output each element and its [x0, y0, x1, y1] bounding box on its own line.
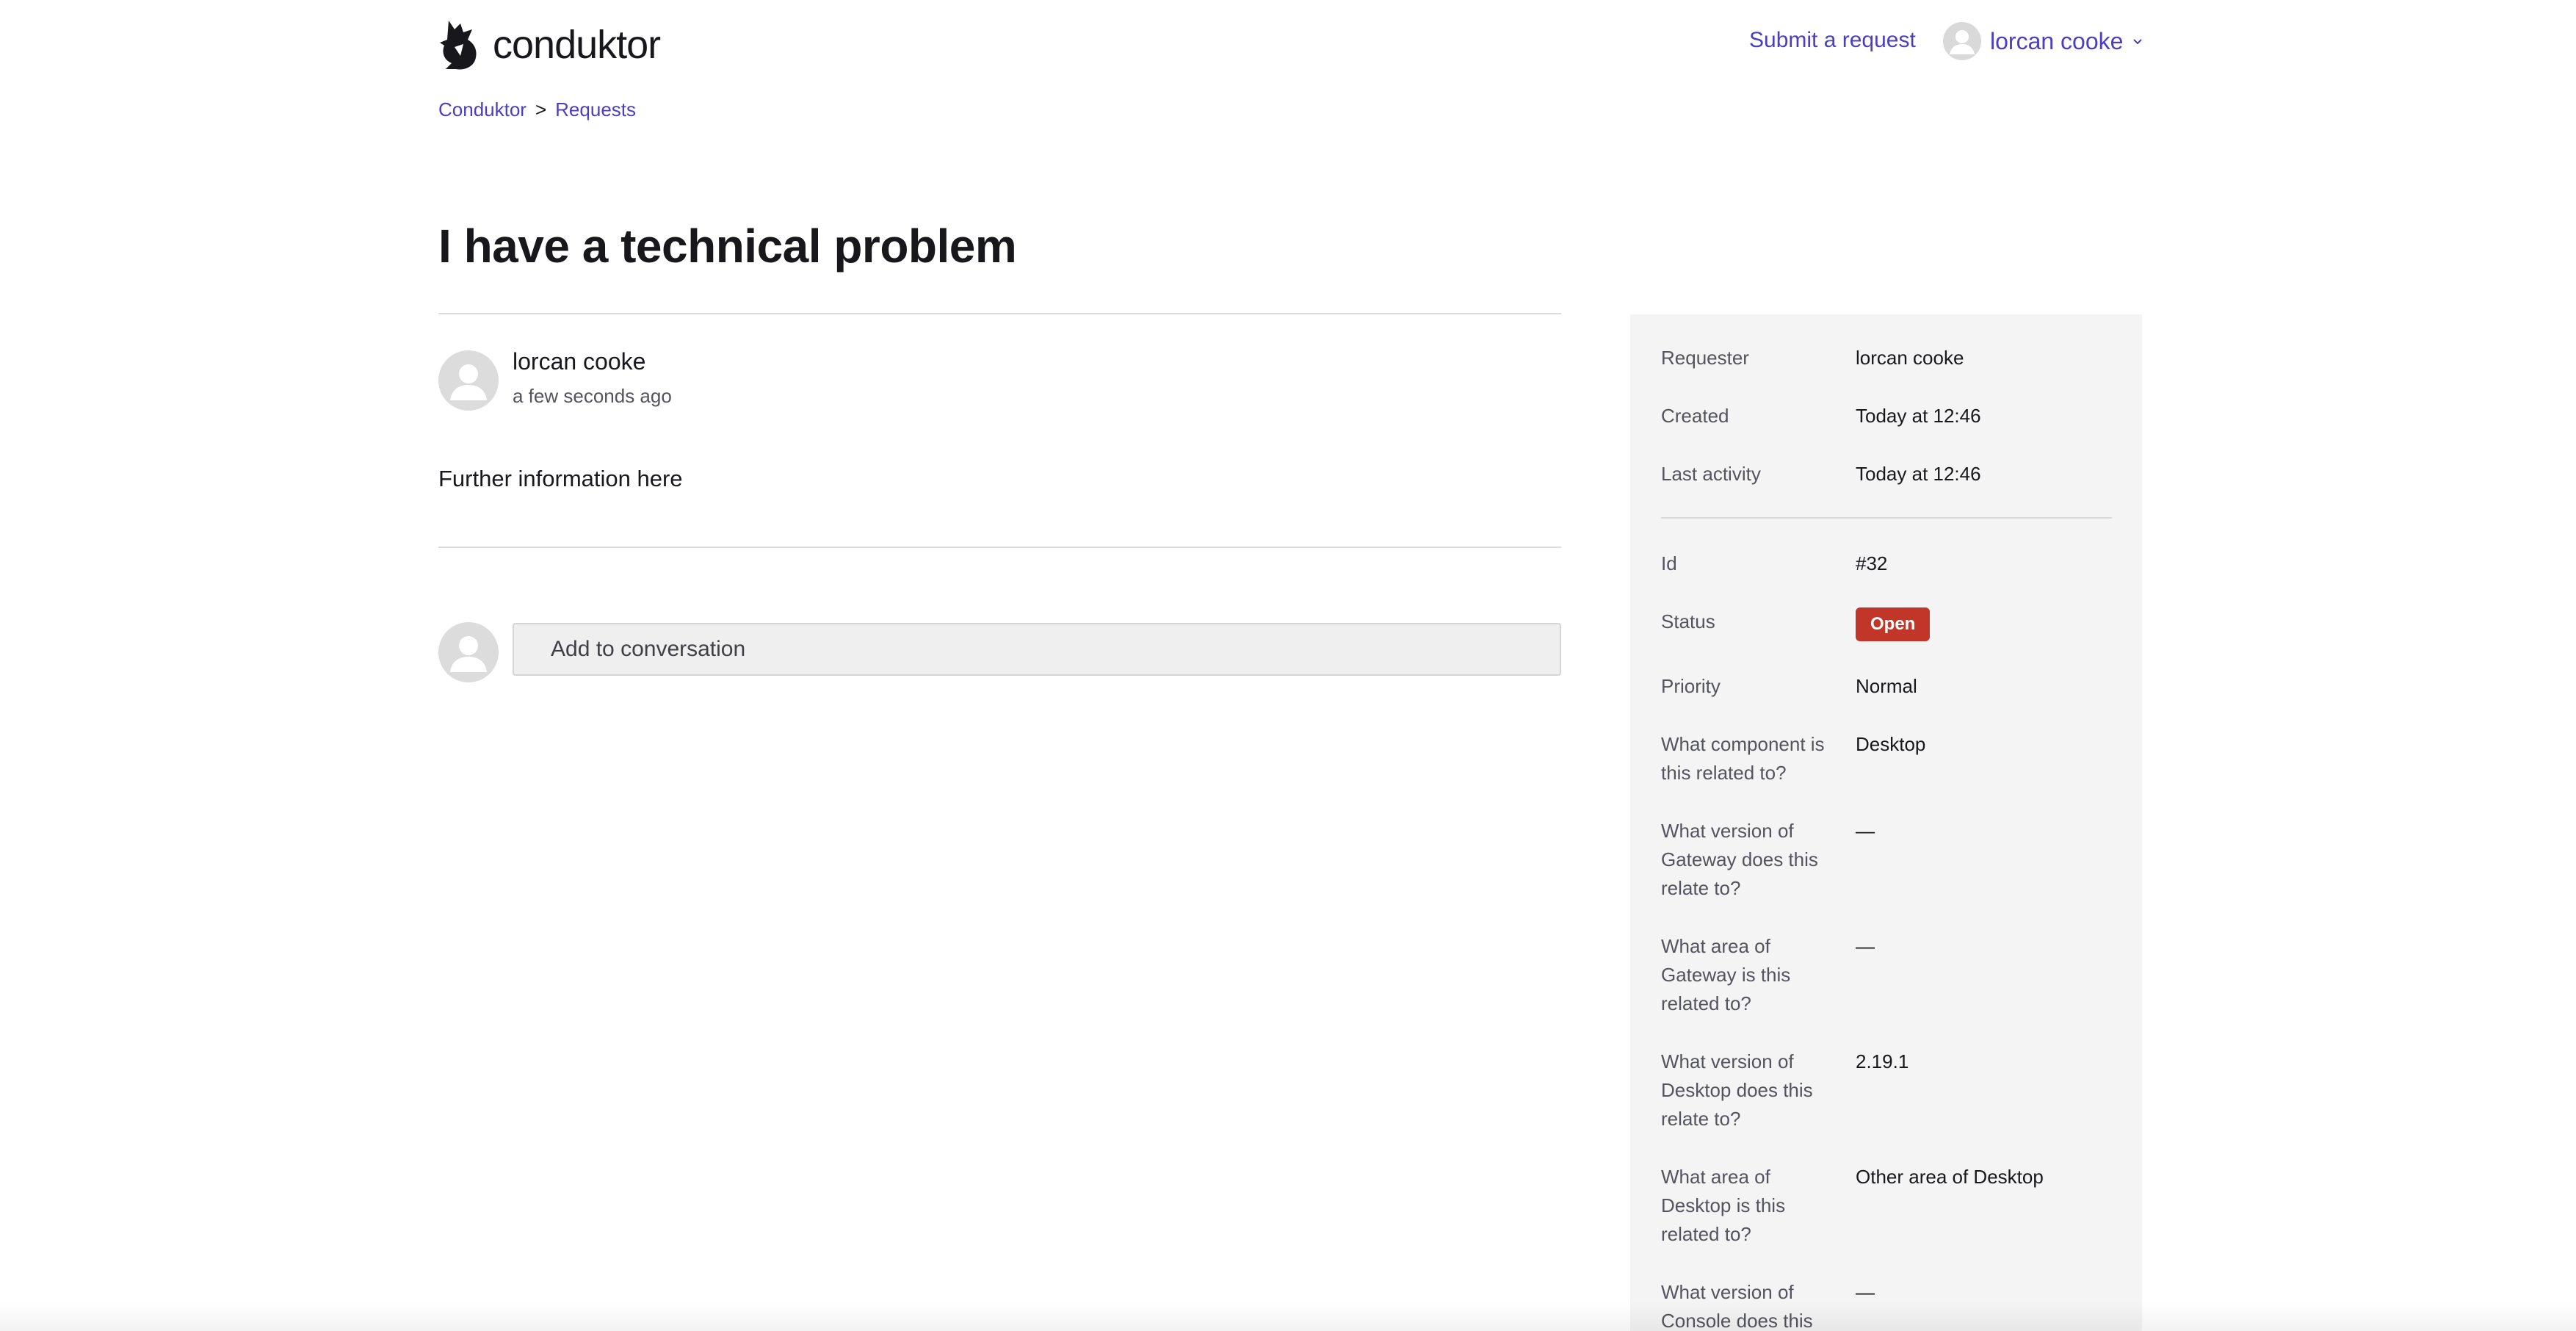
detail-value: Desktop: [1856, 733, 1926, 755]
chevron-down-icon: [2133, 39, 2143, 45]
comment-body: Further information here: [438, 466, 683, 491]
detail-label: What version of Console does this relate…: [1661, 1281, 1813, 1331]
brand-name: conduktor: [493, 23, 661, 67]
conduktor-logo-icon: [440, 21, 477, 70]
sidebar-divider: [1661, 517, 2112, 519]
request-details-sidebar: Requester lorcan cooke Created Today at …: [1630, 314, 2142, 1331]
detail-label: Last activity: [1661, 463, 1761, 485]
detail-value: —: [1856, 820, 1875, 842]
breadcrumb: Conduktor > Requests: [438, 98, 636, 121]
submit-request-link[interactable]: Submit a request: [1749, 28, 1916, 53]
detail-label: Priority: [1661, 675, 1721, 697]
detail-label: Requester: [1661, 347, 1749, 369]
detail-value: —: [1856, 935, 1875, 957]
detail-label: Created: [1661, 405, 1729, 427]
user-menu[interactable]: lorcan cooke: [1943, 22, 2143, 60]
user-menu-name: lorcan cooke: [1990, 27, 2124, 54]
comment-author-avatar: [438, 350, 499, 411]
comment-timestamp: a few seconds ago: [513, 385, 672, 407]
detail-value: —: [1856, 1281, 1875, 1303]
detail-value: #32: [1856, 552, 1888, 574]
page-title: I have a technical problem: [438, 220, 1017, 273]
user-silhouette-icon: [1950, 30, 1975, 54]
detail-value: Other area of Desktop: [1856, 1166, 2044, 1188]
breadcrumb-requests-link[interactable]: Requests: [555, 98, 636, 121]
add-to-conversation-input[interactable]: Add to conversation: [513, 623, 1561, 676]
detail-label: What area of Gateway is this related to?: [1661, 935, 1791, 1014]
user-silhouette-icon: [450, 364, 487, 400]
status-badge: Open: [1856, 607, 1931, 641]
title-divider: [438, 313, 1561, 314]
request-page: conduktor Submit a request lorcan cooke …: [0, 0, 2576, 1331]
comment-divider: [438, 547, 1561, 548]
bottom-shadow: [0, 1302, 2576, 1331]
reply-avatar: [438, 622, 499, 682]
detail-label: Status: [1661, 610, 1715, 632]
detail-value: Normal: [1856, 675, 1917, 697]
comment-author: lorcan cooke: [513, 348, 646, 375]
conduktor-logo[interactable]: conduktor: [438, 18, 661, 72]
detail-label: Id: [1661, 552, 1677, 574]
detail-value: lorcan cooke: [1856, 347, 1964, 369]
detail-label: What area of Desktop is this related to?: [1661, 1166, 1786, 1245]
breadcrumb-root-link[interactable]: Conduktor: [438, 98, 527, 121]
user-silhouette-icon: [450, 636, 487, 672]
detail-label: What version of Gateway does this relate…: [1661, 820, 1818, 899]
detail-value: 2.19.1: [1856, 1050, 1909, 1072]
detail-label: What component is this related to?: [1661, 733, 1825, 784]
breadcrumb-separator: >: [535, 98, 547, 120]
detail-value: Today at 12:46: [1856, 463, 1981, 485]
user-avatar: [1943, 22, 1981, 60]
detail-value: Today at 12:46: [1856, 405, 1981, 427]
detail-label: What version of Desktop does this relate…: [1661, 1050, 1813, 1130]
